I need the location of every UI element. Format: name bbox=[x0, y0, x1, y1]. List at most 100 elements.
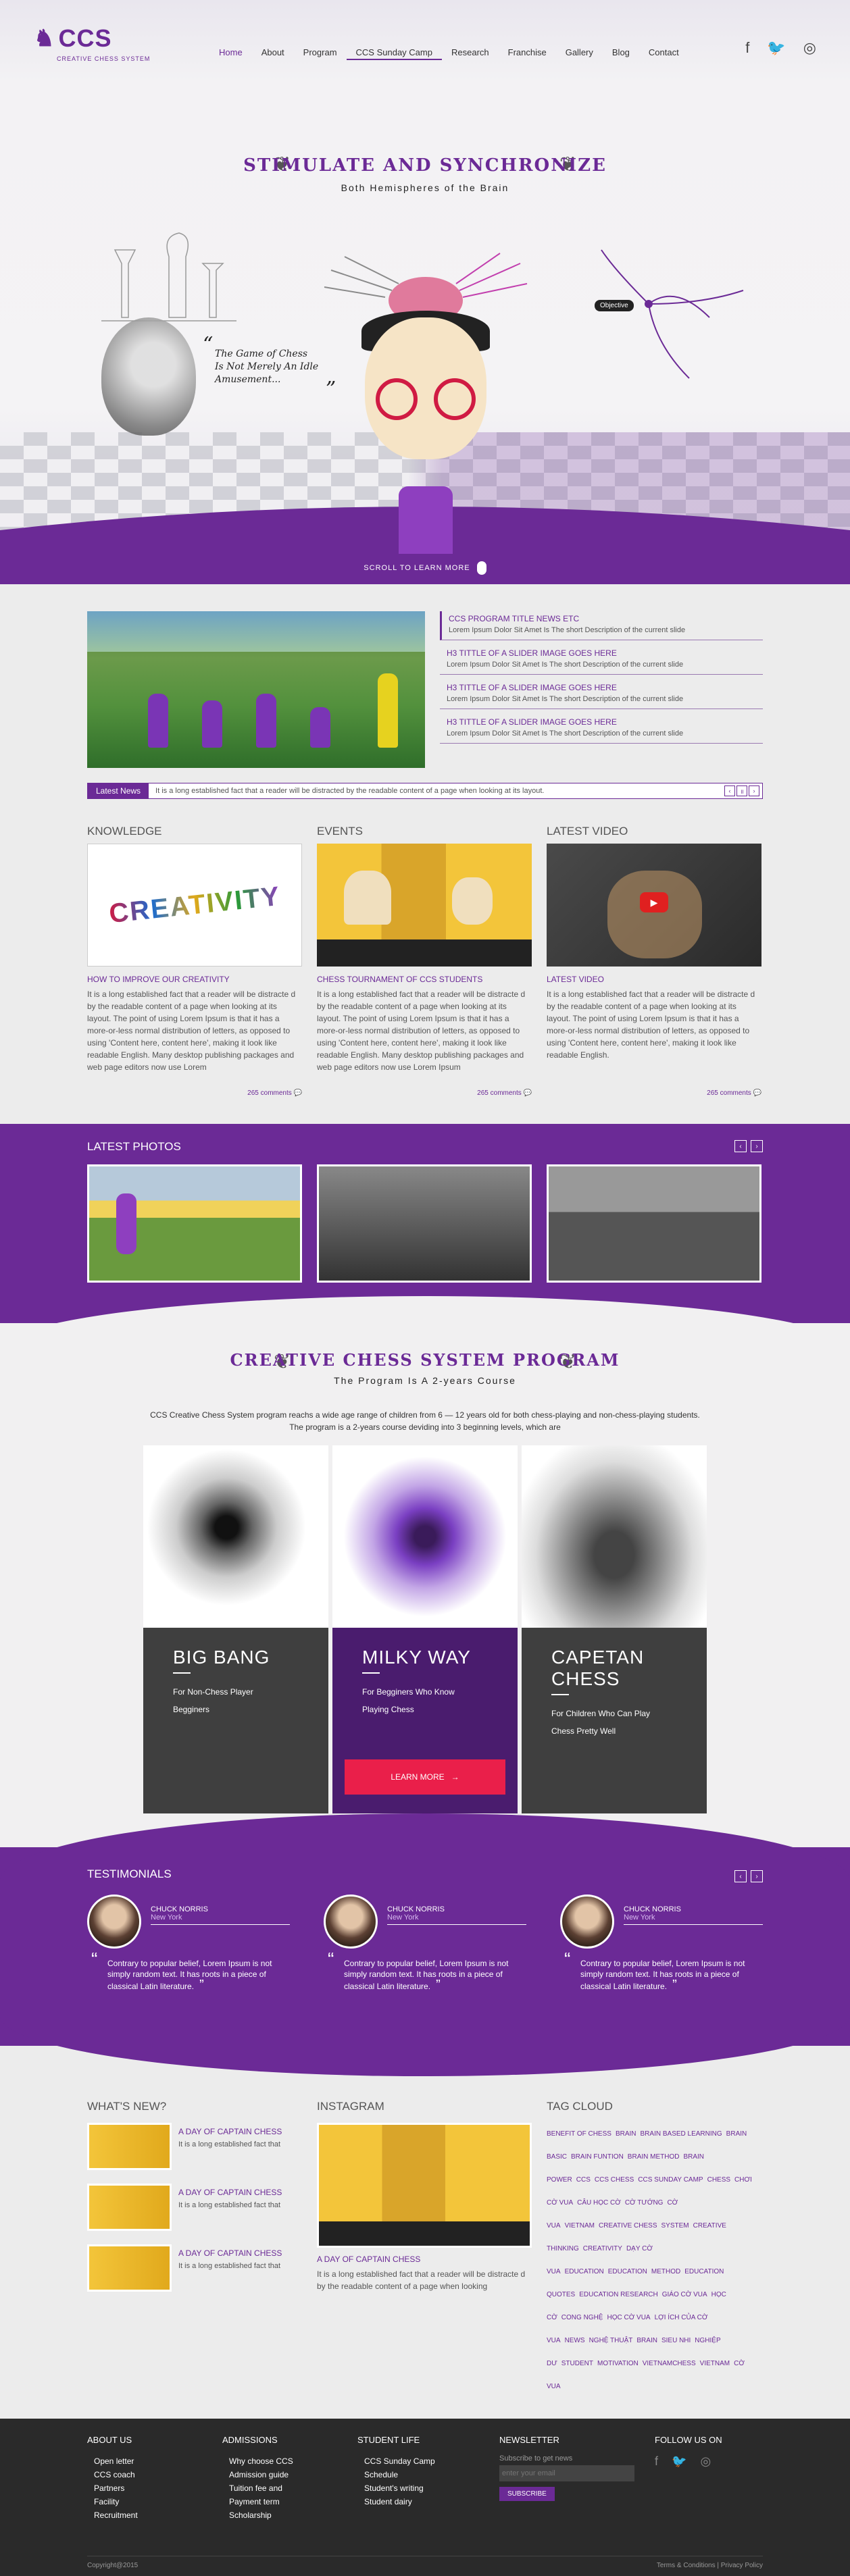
tag-link[interactable]: CỜ TƯỚNG bbox=[625, 2199, 664, 2207]
ticker-text[interactable]: It is a long established fact that a rea… bbox=[149, 787, 724, 795]
tag-link[interactable]: HỌC CỜ VUA bbox=[607, 2314, 650, 2321]
prev-icon[interactable]: ‹ bbox=[734, 1870, 747, 1882]
footer-link[interactable]: Open letter bbox=[94, 2454, 222, 2468]
nav-blog[interactable]: Blog bbox=[603, 47, 639, 60]
subscribe-button[interactable]: SUBSCRIBE bbox=[499, 2487, 555, 2501]
learn-more-button[interactable]: LEARN MORE → bbox=[345, 1759, 505, 1795]
instagram-icon[interactable]: ◎ bbox=[700, 2454, 711, 2469]
nav-ccs-sunday-camp[interactable]: CCS Sunday Camp bbox=[346, 47, 442, 60]
comments-count[interactable]: 265 comments 💬 bbox=[87, 1089, 302, 1097]
program-card-milky-way[interactable]: MILKY WAY For Begginers Who Know Playing… bbox=[332, 1445, 518, 1813]
gallery-photo[interactable] bbox=[87, 1164, 302, 1283]
comments-count[interactable]: 265 comments 💬 bbox=[547, 1089, 761, 1097]
next-icon[interactable]: › bbox=[749, 785, 759, 796]
tag-link[interactable]: EDUCATION bbox=[608, 2268, 647, 2275]
tag-link[interactable]: CREATIVITY bbox=[583, 2245, 622, 2252]
footer-link[interactable]: Schedule bbox=[364, 2468, 499, 2481]
tag-link[interactable]: BRAIN METHOD bbox=[628, 2153, 680, 2161]
footer-link[interactable]: Scholarship bbox=[229, 2508, 357, 2522]
prev-icon[interactable]: ‹ bbox=[734, 1140, 747, 1152]
nav-home[interactable]: Home bbox=[209, 47, 252, 60]
tag-link[interactable]: CCS SUNDAY CAMP bbox=[638, 2176, 703, 2184]
program-card-big-bang[interactable]: BIG BANG For Non-Chess Player Begginers bbox=[143, 1445, 328, 1813]
tag-link[interactable]: CÂU HỌC CỜ bbox=[577, 2199, 621, 2207]
facebook-icon[interactable]: f bbox=[655, 2454, 658, 2469]
footer-link[interactable]: Why choose CCS bbox=[229, 2454, 357, 2468]
slide-item[interactable]: H3 TITTLE OF A SLIDER IMAGE GOES HERE Lo… bbox=[440, 646, 763, 675]
tag-link[interactable]: SIEU NHI bbox=[661, 2337, 691, 2344]
terms-links[interactable]: Terms & Conditions | Privacy Policy bbox=[657, 2562, 763, 2569]
slide-item[interactable]: CCS PROGRAM TITLE NEWS ETC Lorem Ipsum D… bbox=[440, 611, 763, 640]
events-image[interactable] bbox=[317, 844, 532, 967]
nav-about[interactable]: About bbox=[252, 47, 294, 60]
footer-link[interactable]: Facility bbox=[94, 2495, 222, 2508]
footer-link[interactable]: Student's writing bbox=[364, 2481, 499, 2495]
tag-link[interactable]: EDUCATION RESEARCH bbox=[579, 2291, 658, 2298]
tag-link[interactable]: NGHỆ THUẬT bbox=[589, 2337, 633, 2344]
tag-link[interactable]: CCS bbox=[576, 2176, 591, 2184]
tag-link[interactable]: BRAIN bbox=[616, 2130, 636, 2138]
tag-link[interactable]: BENEFIT OF CHESS bbox=[547, 2130, 611, 2138]
tag-link[interactable]: MOTIVATION bbox=[597, 2360, 639, 2367]
tag-link[interactable]: STUDENT bbox=[561, 2360, 593, 2367]
tag-link[interactable]: VIETNAM bbox=[700, 2360, 730, 2367]
pause-icon[interactable]: ॥ bbox=[736, 785, 747, 796]
video-player[interactable]: ▶ bbox=[547, 844, 761, 967]
tag-link[interactable]: CCS CHESS bbox=[595, 2176, 634, 2184]
tag-link[interactable]: GIÁO CỜ VUA bbox=[662, 2291, 707, 2298]
newsletter-email-input[interactable] bbox=[499, 2465, 634, 2481]
facebook-icon[interactable]: f bbox=[745, 39, 749, 57]
post-title[interactable]: CHESS TOURNAMENT OF CCS STUDENTS bbox=[317, 975, 532, 984]
footer-link[interactable]: Recruitment bbox=[94, 2508, 222, 2522]
twitter-icon[interactable]: 🐦 bbox=[672, 2454, 686, 2469]
nav-research[interactable]: Research bbox=[442, 47, 499, 60]
tag-link[interactable]: CHESS bbox=[707, 2176, 730, 2184]
tag-link[interactable]: NEWS bbox=[565, 2337, 585, 2344]
post-title[interactable]: LATEST VIDEO bbox=[547, 975, 761, 984]
news-item[interactable]: A DAY OF CAPTAIN CHESS It is a long estab… bbox=[87, 2184, 302, 2231]
play-icon[interactable]: ▶ bbox=[640, 892, 668, 912]
tag-link[interactable]: VIETNAM bbox=[565, 2222, 595, 2230]
gallery-photo[interactable] bbox=[547, 1164, 761, 1283]
tag-link[interactable]: VIETNAMCHESS bbox=[643, 2360, 696, 2367]
program-card-capetan-chess[interactable]: CAPETAN CHESS For Children Who Can Play … bbox=[522, 1445, 707, 1813]
nav-program[interactable]: Program bbox=[294, 47, 347, 60]
tag-link[interactable]: CREATIVE CHESS bbox=[599, 2222, 657, 2230]
slide-item[interactable]: H3 TITTLE OF A SLIDER IMAGE GOES HERE Lo… bbox=[440, 680, 763, 709]
tag-link[interactable]: METHOD bbox=[651, 2268, 680, 2275]
news-item[interactable]: A DAY OF CAPTAIN CHESS It is a long estab… bbox=[87, 2244, 302, 2292]
nav-gallery[interactable]: Gallery bbox=[556, 47, 603, 60]
slide-item[interactable]: H3 TITTLE OF A SLIDER IMAGE GOES HERE Lo… bbox=[440, 715, 763, 744]
post-title[interactable]: HOW TO IMPROVE OUR CREATIVITY bbox=[87, 975, 302, 984]
footer-link[interactable]: CCS coach bbox=[94, 2468, 222, 2481]
tag-link[interactable]: EDUCATION bbox=[565, 2268, 604, 2275]
author-city: New York bbox=[151, 1913, 182, 1922]
footer-link[interactable]: Tuition fee and bbox=[229, 2481, 357, 2495]
comments-count[interactable]: 265 comments 💬 bbox=[317, 1089, 532, 1097]
next-icon[interactable]: › bbox=[751, 1140, 763, 1152]
footer-link[interactable]: Partners bbox=[94, 2481, 222, 2495]
tag-link[interactable]: SYSTEM bbox=[661, 2222, 689, 2230]
scroll-to-learn[interactable]: SCROLL TO LEARN MORE bbox=[0, 561, 850, 575]
next-icon[interactable]: › bbox=[751, 1870, 763, 1882]
footer-link[interactable]: Admission guide bbox=[229, 2468, 357, 2481]
tag-link[interactable]: BRAIN bbox=[636, 2337, 657, 2344]
twitter-icon[interactable]: 🐦 bbox=[767, 39, 785, 57]
instagram-photo[interactable] bbox=[317, 2123, 532, 2248]
news-item[interactable]: A DAY OF CAPTAIN CHESS It is a long estab… bbox=[87, 2123, 302, 2170]
tag-link[interactable]: BRAIN BASED LEARNING bbox=[641, 2130, 722, 2138]
prev-icon[interactable]: ‹ bbox=[724, 785, 735, 796]
footer-link[interactable]: CCS Sunday Camp bbox=[364, 2454, 499, 2468]
footer-link[interactable]: Student dairy bbox=[364, 2495, 499, 2508]
footer-link[interactable]: Payment term bbox=[229, 2495, 357, 2508]
logo[interactable]: ♞ CCS CREATIVE CHESS SYSTEM bbox=[34, 24, 149, 62]
nav-contact[interactable]: Contact bbox=[639, 47, 689, 60]
tag-link[interactable]: CONG NGHỆ bbox=[561, 2314, 603, 2321]
instagram-icon[interactable]: ◎ bbox=[803, 39, 816, 57]
gallery-photo[interactable] bbox=[317, 1164, 532, 1283]
slider-image[interactable] bbox=[87, 611, 425, 768]
tag-link[interactable]: BRAIN FUNTION bbox=[571, 2153, 624, 2161]
knowledge-image[interactable]: CREATIVITY bbox=[87, 844, 302, 967]
nav-franchise[interactable]: Franchise bbox=[499, 47, 556, 60]
instagram-title[interactable]: A DAY OF CAPTAIN CHESS bbox=[317, 2255, 532, 2264]
